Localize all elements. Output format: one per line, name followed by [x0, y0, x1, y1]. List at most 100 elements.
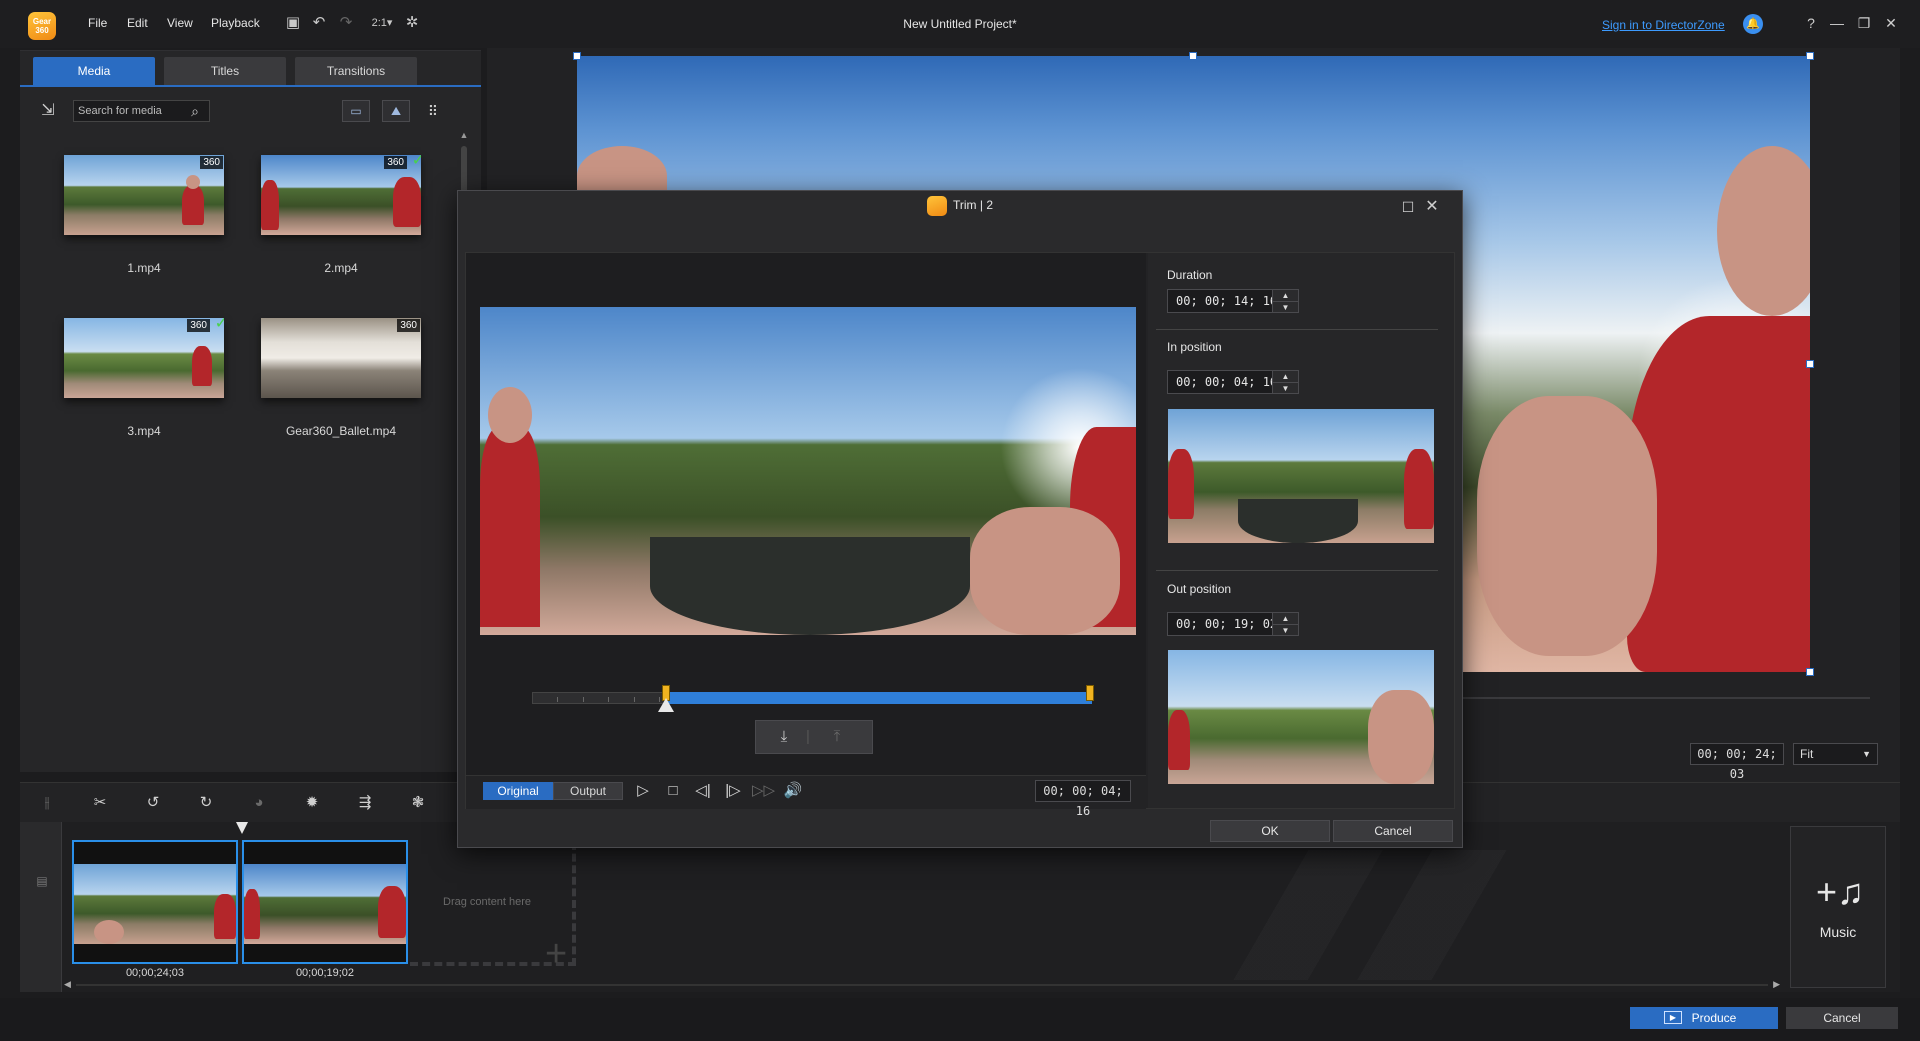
rotate-left-icon[interactable]: ↺: [142, 793, 164, 813]
add-icon: +: [545, 933, 568, 975]
trim-current-time[interactable]: 00; 00; 04; 16: [1035, 780, 1131, 818]
chevron-down-icon[interactable]: ▼: [1272, 382, 1298, 393]
in-position-thumbnail: [1168, 409, 1434, 543]
trim-playhead-handle[interactable]: [658, 698, 675, 712]
restore-icon[interactable]: ❐: [1855, 14, 1873, 32]
notification-bell-icon[interactable]: 🔔: [1743, 14, 1763, 34]
chevron-up-icon[interactable]: ▲: [1272, 371, 1298, 382]
output-toggle[interactable]: Output: [553, 782, 623, 800]
slider-tick: [608, 697, 610, 702]
tab-titles[interactable]: Titles: [164, 57, 286, 85]
media-item[interactable]: 360 ✓ 2.mp4: [261, 155, 421, 275]
timeline-clip[interactable]: [242, 840, 408, 964]
360-badge: 360: [200, 156, 223, 169]
divider: |: [806, 728, 810, 745]
divider: [1156, 329, 1438, 330]
app-logo-small: [927, 196, 947, 216]
duration-stepper[interactable]: 00; 00; 14; 16 ▲ ▼: [1167, 289, 1299, 313]
aspect-ratio-icon[interactable]: 2:1▾: [366, 14, 398, 32]
menu-view[interactable]: View: [167, 16, 193, 30]
magic-icon[interactable]: ✹: [301, 793, 323, 813]
zoom-select[interactable]: Fit ▼: [1793, 743, 1878, 765]
resize-handle[interactable]: [1806, 360, 1814, 368]
image-filter-icon[interactable]: ⛰: [382, 100, 410, 122]
resize-handle[interactable]: [1806, 668, 1814, 676]
original-toggle[interactable]: Original: [483, 782, 553, 800]
trim-preview-video[interactable]: [480, 307, 1136, 635]
undo-icon[interactable]: ↶: [310, 14, 328, 32]
menu-edit[interactable]: Edit: [127, 16, 148, 30]
help-icon[interactable]: ?: [1802, 14, 1820, 32]
speed-icon[interactable]: ⇶: [354, 793, 376, 813]
video-filter-icon[interactable]: ▭: [342, 100, 370, 122]
used-check-icon: ✓: [214, 318, 224, 332]
import-media-icon[interactable]: ⇲: [38, 102, 58, 120]
chevron-up-icon[interactable]: ▲: [1272, 290, 1298, 301]
save-icon[interactable]: ▣: [284, 14, 302, 32]
next-frame-icon[interactable]: |▷: [722, 780, 744, 802]
fix-enhance-icon[interactable]: ◕: [248, 793, 270, 813]
media-name: 1.mp4: [127, 261, 161, 275]
in-position-stepper[interactable]: 00; 00; 04; 16 ▲ ▼: [1167, 370, 1299, 394]
tab-underline: [20, 85, 481, 87]
rotate-right-icon[interactable]: ↻: [195, 793, 217, 813]
split-icon[interactable]: ⫲: [36, 793, 58, 813]
media-item[interactable]: 360 ✓ 3.mp4: [64, 318, 224, 438]
timeline-clip[interactable]: [72, 840, 238, 964]
chevron-down-icon[interactable]: ▼: [1272, 301, 1298, 312]
media-thumbnail: 360: [64, 155, 224, 235]
slider-tick: [557, 697, 559, 702]
mark-in-icon[interactable]: ⤓: [773, 726, 795, 748]
chevron-down-icon: ▼: [1862, 749, 1871, 759]
track-header: [20, 822, 62, 992]
menu-file[interactable]: File: [88, 16, 107, 30]
fast-forward-icon[interactable]: ▷▷: [752, 780, 775, 802]
minimize-icon[interactable]: —: [1828, 14, 1846, 32]
menu-playback[interactable]: Playback: [211, 16, 260, 30]
mark-out-icon[interactable]: ⤒: [826, 726, 848, 748]
effects-icon[interactable]: ❃: [407, 793, 429, 813]
ok-button[interactable]: OK: [1210, 820, 1330, 842]
trim-dialog-title: Trim | 2: [953, 198, 994, 212]
360-badge: 360: [384, 156, 407, 169]
maximize-icon[interactable]: ☐: [1400, 199, 1416, 215]
redo-icon[interactable]: ↷: [337, 14, 355, 32]
timeline-playhead[interactable]: [236, 822, 248, 836]
out-position-stepper[interactable]: 00; 00; 19; 02 ▲ ▼: [1167, 612, 1299, 636]
produce-button[interactable]: ▶ Produce: [1630, 1007, 1778, 1029]
clip-duration: 00;00;24;03: [125, 967, 185, 979]
media-item[interactable]: 360 1.mp4: [64, 155, 224, 275]
preview-progress-bar[interactable]: [1460, 697, 1870, 699]
resize-handle[interactable]: [1189, 52, 1197, 60]
duration-value: 00; 00; 14; 16: [1176, 294, 1278, 308]
trim-cancel-button[interactable]: Cancel: [1333, 820, 1453, 842]
play-icon[interactable]: ▷: [632, 780, 654, 802]
close-icon[interactable]: ✕: [1424, 199, 1440, 215]
sign-in-link[interactable]: Sign in to DirectorZone: [1602, 18, 1725, 32]
aspect-ratio-label: 2:1: [371, 17, 387, 29]
zoom-value: Fit: [1800, 747, 1814, 761]
media-thumbnail: 360 ✓: [261, 155, 421, 235]
settings-icon[interactable]: ✲: [403, 14, 421, 32]
music-label: Music: [1819, 924, 1857, 940]
volume-icon[interactable]: 🔊: [782, 780, 804, 802]
resize-handle[interactable]: [1806, 52, 1814, 60]
resize-handle[interactable]: [573, 52, 581, 60]
preview-timecode[interactable]: 00; 00; 24; 03: [1690, 743, 1784, 781]
produce-label: Produce: [1691, 1011, 1737, 1025]
grid-view-icon[interactable]: ⠿: [424, 101, 442, 121]
previous-frame-icon[interactable]: ◁|: [692, 780, 714, 802]
tab-media[interactable]: Media: [33, 57, 155, 85]
chevron-up-icon[interactable]: ▲: [1272, 613, 1298, 624]
trim-icon[interactable]: ✂: [89, 793, 111, 813]
chevron-down-icon[interactable]: ▼: [1272, 624, 1298, 635]
search-icon[interactable]: ⌕: [186, 101, 204, 121]
media-item[interactable]: 360 Gear360_Ballet.mp4: [261, 318, 421, 438]
360-badge: 360: [397, 319, 420, 332]
close-icon[interactable]: ✕: [1882, 14, 1900, 32]
out-position-marker[interactable]: [1086, 685, 1094, 701]
timeline-scrollbar[interactable]: ◀ ▶: [62, 979, 1782, 990]
stop-icon[interactable]: □: [662, 780, 684, 802]
tab-transitions[interactable]: Transitions: [295, 57, 417, 85]
cancel-button[interactable]: Cancel: [1786, 1007, 1898, 1029]
